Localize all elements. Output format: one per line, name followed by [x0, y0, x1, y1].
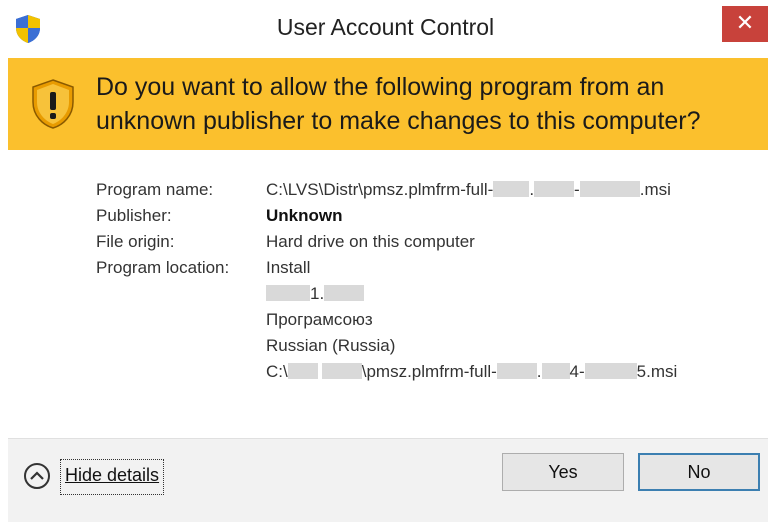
location-line-3: Програмсоюз	[266, 310, 373, 329]
file-origin-label: File origin:	[96, 232, 175, 251]
program-name-prefix: C:\LVS\Distr\pmsz.plmfrm-full-	[266, 180, 494, 199]
location-row-4: Russian (Russia)	[96, 336, 756, 362]
details-panel: Program name: C:\LVS\Distr\pmsz.plmfrm-f…	[96, 180, 756, 388]
publisher-row: Publisher: Unknown	[96, 206, 756, 232]
warning-shield-icon	[30, 78, 76, 130]
publisher-value: Unknown	[266, 206, 343, 225]
hide-details-link[interactable]: Hide details	[60, 459, 165, 495]
redacted-block	[584, 363, 637, 379]
location-line-2: 1.	[266, 284, 365, 304]
location-line-5: C:\ \pmsz.plmfrm-full-. 4- 5.msi	[266, 362, 677, 382]
location-line-4: Russian (Russia)	[266, 336, 396, 355]
title-bar: User Account Control ✕	[0, 0, 771, 58]
redacted-block	[321, 363, 362, 379]
location-line-2-suffix: 1.	[310, 284, 325, 303]
no-button[interactable]: No	[638, 453, 760, 491]
program-location-label: Program location:	[96, 258, 230, 277]
redacted-block	[496, 363, 537, 379]
uac-dialog: User Account Control ✕ Do you want to al…	[0, 0, 771, 522]
yes-button[interactable]: Yes	[502, 453, 624, 491]
chevron-up-icon[interactable]	[24, 463, 50, 489]
redacted-block	[266, 285, 310, 301]
program-location-row: Program location: Install	[96, 258, 756, 284]
location-line-5-suffix: 5.msi	[636, 362, 678, 381]
program-name-value: C:\LVS\Distr\pmsz.plmfrm-full-. - .msi	[266, 180, 671, 200]
prompt-question: Do you want to allow the following progr…	[96, 70, 761, 138]
location-line-5-prefix: C:\	[266, 362, 288, 381]
program-name-label: Program name:	[96, 180, 214, 199]
file-origin-row: File origin: Hard drive on this computer	[96, 232, 756, 258]
redacted-block	[579, 181, 640, 197]
redacted-block	[287, 363, 318, 379]
file-origin-value: Hard drive on this computer	[266, 232, 475, 251]
location-line-5-mid: \pmsz.plmfrm-full-	[361, 362, 497, 381]
prompt-line-2: unknown publisher to make changes to thi…	[96, 107, 701, 135]
location-row-5: C:\ \pmsz.plmfrm-full-. 4- 5.msi	[96, 362, 756, 388]
redacted-block	[541, 363, 570, 379]
redacted-block	[493, 181, 530, 197]
window-title: User Account Control	[276, 14, 495, 40]
redacted-block	[534, 181, 575, 197]
program-name-row: Program name: C:\LVS\Distr\pmsz.plmfrm-f…	[96, 180, 756, 206]
close-button[interactable]: ✕	[722, 6, 768, 42]
publisher-label: Publisher:	[96, 206, 172, 225]
dialog-footer: Hide details Yes No	[8, 438, 768, 522]
warning-banner: Do you want to allow the following progr…	[8, 58, 768, 150]
program-name-suffix: .msi	[639, 180, 671, 199]
location-row-2: 1.	[96, 284, 756, 310]
location-line-1: Install	[266, 258, 311, 277]
redacted-block	[324, 285, 365, 301]
location-row-3: Програмсоюз	[96, 310, 756, 336]
location-line-5-sep2: 4-	[569, 362, 585, 381]
prompt-line-1: Do you want to allow the following progr…	[96, 73, 665, 101]
